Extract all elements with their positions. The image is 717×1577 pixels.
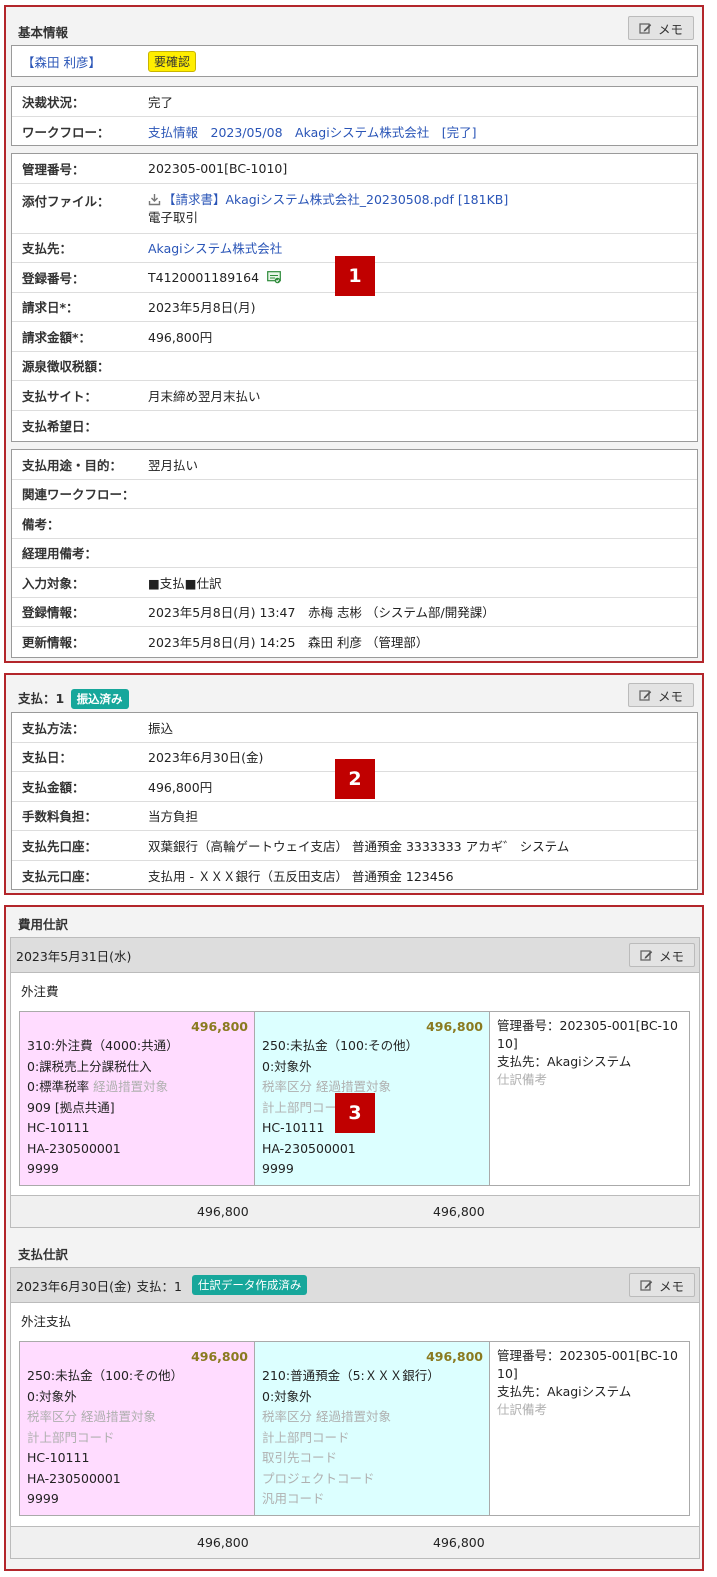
registration-check-icon[interactable] (267, 270, 281, 284)
marker-1: 1 (335, 256, 375, 296)
edit-icon (639, 22, 652, 35)
memo-button-payment-journal[interactable]: メモ (629, 1273, 695, 1297)
workflow-link[interactable]: 支払情報 2023/05/08 Akagiシステム株式会社 [完了] (148, 122, 697, 141)
meta-box: 支払用途・目的： 翌月払い 関連ワークフロー： 備考： 経理用備考： 入力対象： ■… (11, 449, 698, 658)
purpose-row: 支払用途・目的： 翌月払い (12, 450, 697, 480)
payment-site-row: 支払サイト： 月末締め翌月末払い (12, 381, 697, 411)
payment-journal-grid: 496,800 250:未払金（100:その他） 0:対象外 税率区分 経過措置… (19, 1341, 690, 1516)
journal-info-cell: 管理番号：202305-001[BC-1010] 支払先：Akagiシステム 仕… (490, 1012, 689, 1185)
expense-journal-title: 費用仕訳 (18, 917, 69, 932)
marker-3: 3 (335, 1093, 375, 1133)
fee-row: 手数料負担： 当方負担 (12, 802, 697, 831)
payee-account-row: 支払先口座： 双葉銀行（高輪ゲートウェイ支店） 普通預金 3333333 アカギ゛… (12, 831, 697, 861)
payment-journal-title: 支払仕訳 (18, 1247, 69, 1262)
credit-cell[interactable]: 496,800 210:普通預金（5:ＸＸＸ銀行） 0:対象外 税率区分 経過措… (255, 1342, 490, 1515)
edit-icon (640, 1279, 653, 1292)
debit-cell[interactable]: 496,800 250:未払金（100:その他） 0:対象外 税率区分 経過措置… (20, 1342, 255, 1515)
payment-journal-header: 2023年6月30日(金) 支払：1 仕訳データ作成済み メモ (11, 1268, 699, 1303)
total-credit: 496,800 (433, 1204, 485, 1219)
payment-journal-date: 2023年6月30日(金) (16, 1278, 132, 1294)
invoice-amount-row: 請求金額*： 496,800円 (12, 322, 697, 352)
input-target-row: 入力対象： ■支払■仕訳 (12, 568, 697, 598)
basic-info-title: 基本情報 (18, 25, 69, 40)
workflow-row: ワークフロー： 支払情報 2023/05/08 Akagiシステム株式会社 [完… (12, 117, 697, 147)
expense-journal: 2023年5月31日(水) メモ 外注費 496,800 310:外注費（400… (10, 937, 700, 1228)
related-workflow-row: 関連ワークフロー： (12, 480, 697, 509)
journal-info-cell: 管理番号：202305-001[BC-1010] 支払先：Akagiシステム 仕… (490, 1342, 689, 1515)
payment-method-row: 支払方法： 振込 (12, 713, 697, 743)
journal-created-badge: 仕訳データ作成済み (191, 1275, 308, 1295)
source-account-row: 支払元口座： 支払用 - ＸＸＸ銀行（五反田支店） 普通預金 123456 (22, 868, 454, 884)
attachment-row: 添付ファイル： 【請求書】Akagiシステム株式会社_20230508.pdf … (12, 184, 697, 234)
attachment-note: 電子取引 (148, 209, 199, 225)
withholding-row: 源泉徴収税額： (12, 352, 697, 381)
payment-journal-summary: 外注支払 (21, 1313, 72, 1329)
edit-icon (640, 949, 653, 962)
desired-date-row: 支払希望日： (22, 418, 98, 434)
payment-title: 支払：1 (18, 691, 65, 706)
payment-journal-number: 支払：1 (136, 1278, 182, 1294)
payment-journal-totals: 496,800 496,800 (11, 1526, 699, 1558)
edit-icon (639, 689, 652, 702)
person-link[interactable]: 【森田 利彦】 (22, 55, 101, 70)
transferred-badge: 振込済み (70, 689, 129, 709)
person-box: 【森田 利彦】 要確認 (11, 45, 698, 77)
expense-journal-summary: 外注費 (21, 983, 59, 999)
total-credit: 496,800 (433, 1535, 485, 1550)
payment-panel: 支払：1 振込済み メモ 支払方法： 振込 支払日： 2023年6月30日(金) 支… (4, 673, 704, 895)
approval-row: 決裁状況： 完了 (12, 87, 697, 117)
remarks-row: 備考： (12, 509, 697, 539)
payee-link[interactable]: Akagiシステム株式会社 (148, 238, 697, 257)
expense-journal-totals: 496,800 496,800 (11, 1195, 699, 1227)
registered-info-row: 登録情報： 2023年5月8日(月) 13:47 赤梅 志彬 （システム部/開発課… (12, 598, 697, 627)
memo-button-label: メモ (657, 21, 683, 37)
expense-journal-date: 2023年5月31日(水) (16, 948, 132, 964)
download-icon[interactable] (148, 193, 161, 206)
updated-info-row: 更新情報： 2023年5月8日(月) 14:25 森田 利彦 （管理部） (22, 635, 429, 651)
confirm-badge: 要確認 (148, 50, 197, 72)
invoice-date-row: 請求日*： 2023年5月8日(月) (12, 293, 697, 322)
payment-journal: 2023年6月30日(金) 支払：1 仕訳データ作成済み メモ 外注支払 496… (10, 1267, 700, 1559)
debit-cell[interactable]: 496,800 310:外注費（4000:共通） 0:課税売上分課税仕入 0:標… (20, 1012, 255, 1185)
total-debit: 496,800 (197, 1535, 249, 1550)
attachment-link[interactable]: 【請求書】Akagiシステム株式会社_20230508.pdf [181KB] (163, 192, 508, 207)
memo-button-payment[interactable]: メモ (628, 683, 694, 707)
mgmt-number-row: 管理番号： 202305-001[BC-1010] (12, 154, 697, 184)
details-box: 管理番号： 202305-001[BC-1010] 添付ファイル： 【請求書】A… (11, 153, 698, 442)
expense-journal-header: 2023年5月31日(水) メモ (11, 938, 699, 973)
journal-panel: 費用仕訳 2023年5月31日(水) メモ 外注費 496,800 310:外注… (4, 905, 704, 1571)
accounting-remarks-row: 経理用備考： (12, 539, 697, 568)
payment-details-box: 支払方法： 振込 支払日： 2023年6月30日(金) 支払金額： 496,800円 … (11, 712, 698, 890)
memo-button-expense[interactable]: メモ (629, 943, 695, 967)
registration-number: T4120001189164 (148, 269, 260, 285)
total-debit: 496,800 (197, 1204, 249, 1219)
memo-button-basic[interactable]: メモ (628, 16, 694, 40)
basic-info-panel: 基本情報 メモ 【森田 利彦】 要確認 決裁状況： 完了 ワークフロー： 支払情… (4, 5, 704, 663)
approval-box: 決裁状況： 完了 ワークフロー： 支払情報 2023/05/08 Akagiシス… (11, 86, 698, 146)
marker-2: 2 (335, 759, 375, 799)
